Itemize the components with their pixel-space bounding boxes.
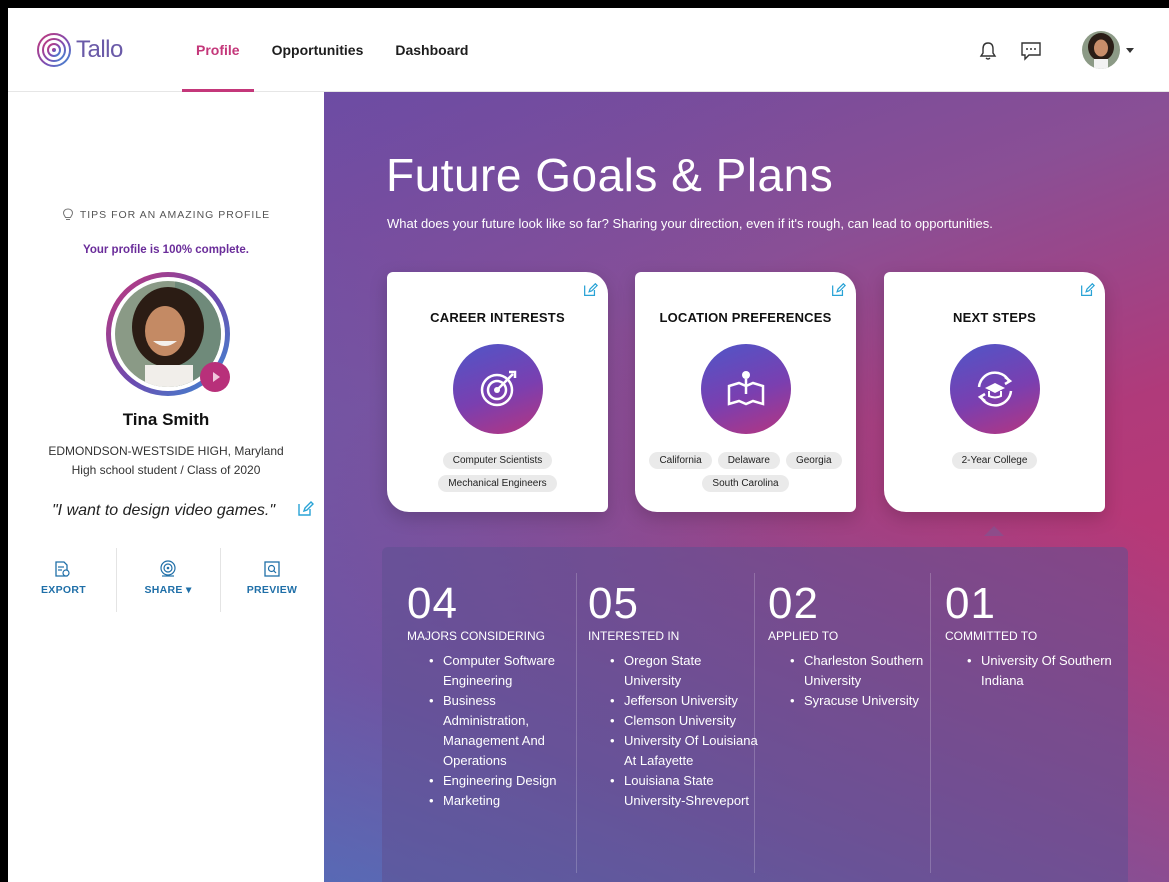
preview-icon	[264, 561, 280, 577]
preview-label: PREVIEW	[246, 584, 298, 596]
preview-button[interactable]: PREVIEW	[220, 548, 324, 612]
section-title: Future Goals & Plans	[386, 149, 834, 201]
list-item: Oregon State University	[608, 651, 758, 691]
target-icon	[452, 344, 543, 434]
user-avatar[interactable]	[1082, 31, 1120, 69]
profile-school: EDMONDSON-WESTSIDE HIGH, Maryland	[48, 444, 284, 458]
tips-link[interactable]: TIPS FOR AN AMAZING PROFILE	[8, 208, 324, 222]
profile-quote: "I want to design video games."	[52, 502, 276, 519]
list-item: Engineering Design	[427, 771, 577, 791]
share-label: SHARE ▾	[116, 584, 220, 596]
college-stats-panel: 04 MAJORS CONSIDERING Computer Software …	[382, 547, 1128, 882]
profile-name: Tina Smith	[122, 410, 210, 429]
tag: Georgia	[785, 452, 842, 469]
applied-list: Charleston Southern University Syracuse …	[788, 651, 938, 711]
nav-profile[interactable]: Profile	[182, 8, 254, 92]
career-tags: Computer Scientists Mechanical Engineers	[397, 452, 598, 492]
profile-completion-text: Your profile is 100% complete.	[83, 244, 249, 256]
list-item: Jefferson University	[608, 691, 758, 711]
top-navigation-bar: Tallo Profile Opportunities Dashboard	[8, 8, 1169, 92]
avatar-photo	[1082, 31, 1120, 69]
list-item: Computer Software Engineering	[427, 651, 577, 691]
share-fingerprint-icon	[160, 560, 176, 577]
app-frame: Tallo Profile Opportunities Dashboard TI…	[8, 8, 1169, 882]
tallo-logo-icon	[37, 33, 71, 67]
export-label: EXPORT	[41, 584, 86, 596]
nav-dashboard[interactable]: Dashboard	[395, 8, 468, 92]
location-tags: California Delaware Georgia South Caroli…	[645, 452, 846, 492]
stat-caption: APPLIED TO	[768, 629, 839, 643]
list-item: Clemson University	[608, 711, 758, 731]
play-video-button[interactable]	[200, 362, 230, 392]
main-nav: Profile Opportunities Dashboard	[182, 8, 500, 92]
share-button[interactable]: SHARE ▾	[116, 548, 220, 612]
stat-caption: INTERESTED IN	[588, 629, 680, 643]
tips-label: TIPS FOR AN AMAZING PROFILE	[79, 208, 271, 221]
map-pin-icon	[700, 344, 791, 434]
profile-class: High school student / Class of 2020	[71, 463, 261, 477]
stat-caption: MAJORS CONSIDERING	[407, 629, 546, 643]
edit-quote-icon[interactable]	[296, 500, 314, 518]
card-title: NEXT STEPS	[953, 310, 1036, 325]
next-steps-card[interactable]: NEXT STEPS 2-Year College	[884, 272, 1105, 512]
committed-list: University Of Southern Indiana	[965, 651, 1115, 691]
share-label-text: SHARE	[144, 584, 183, 596]
logo-text: Tallo	[76, 36, 123, 63]
list-item: Charleston Southern University	[788, 651, 938, 691]
export-button[interactable]: EXPORT	[10, 548, 114, 612]
divider	[930, 573, 931, 873]
list-item: University Of Louisiana At Lafayette	[608, 731, 758, 771]
card-pointer	[984, 526, 1004, 536]
stat-number: 05	[588, 579, 639, 628]
divider	[576, 573, 577, 873]
list-item: Syracuse University	[788, 691, 938, 711]
tallo-logo[interactable]: Tallo	[36, 30, 123, 70]
tag: California	[649, 452, 712, 469]
card-title: LOCATION PREFERENCES	[659, 310, 832, 325]
list-item: University Of Southern Indiana	[965, 651, 1115, 691]
nav-opportunities[interactable]: Opportunities	[272, 8, 364, 92]
tag: Computer Scientists	[442, 452, 553, 469]
next-step-tags: 2-Year College	[894, 452, 1095, 469]
lightbulb-icon	[62, 208, 73, 220]
edit-icon[interactable]	[582, 282, 598, 298]
tag: 2-Year College	[951, 452, 1038, 469]
tag: Mechanical Engineers	[438, 475, 557, 492]
chevron-down-icon[interactable]	[1126, 48, 1134, 53]
location-preferences-card[interactable]: LOCATION PREFERENCES California Delaware…	[635, 272, 856, 512]
profile-actions: EXPORT SHARE ▾ PREVIEW	[8, 548, 324, 612]
edit-icon[interactable]	[1079, 282, 1095, 298]
stat-number: 01	[945, 579, 996, 628]
export-document-icon	[55, 561, 70, 577]
chat-icon[interactable]	[1020, 40, 1042, 62]
interested-list: Oregon State University Jefferson Univer…	[608, 651, 758, 811]
list-item: Business Administration, Management And …	[427, 691, 577, 771]
stat-number: 04	[407, 579, 458, 628]
edit-icon[interactable]	[830, 282, 846, 298]
tag: Delaware	[717, 452, 780, 469]
career-interests-card[interactable]: CAREER INTERESTS Computer Scientists Mec…	[387, 272, 608, 512]
divider	[754, 573, 755, 873]
card-title: CAREER INTERESTS	[430, 310, 565, 325]
tag: South Carolina	[702, 475, 789, 492]
list-item: Louisiana State University-Shreveport	[608, 771, 758, 811]
play-icon	[212, 372, 220, 382]
graduation-refresh-icon	[949, 344, 1040, 434]
list-item: Marketing	[427, 791, 577, 811]
stat-caption: COMMITTED TO	[945, 629, 1038, 643]
profile-sidebar: TIPS FOR AN AMAZING PROFILE Your profile…	[8, 92, 324, 882]
bell-icon[interactable]	[977, 40, 999, 62]
majors-list: Computer Software Engineering Business A…	[427, 651, 577, 811]
stat-number: 02	[768, 579, 819, 628]
share-caret-icon: ▾	[185, 584, 192, 596]
future-goals-section: Future Goals & Plans What does your futu…	[324, 92, 1169, 882]
section-subtitle: What does your future look like so far? …	[387, 216, 993, 231]
